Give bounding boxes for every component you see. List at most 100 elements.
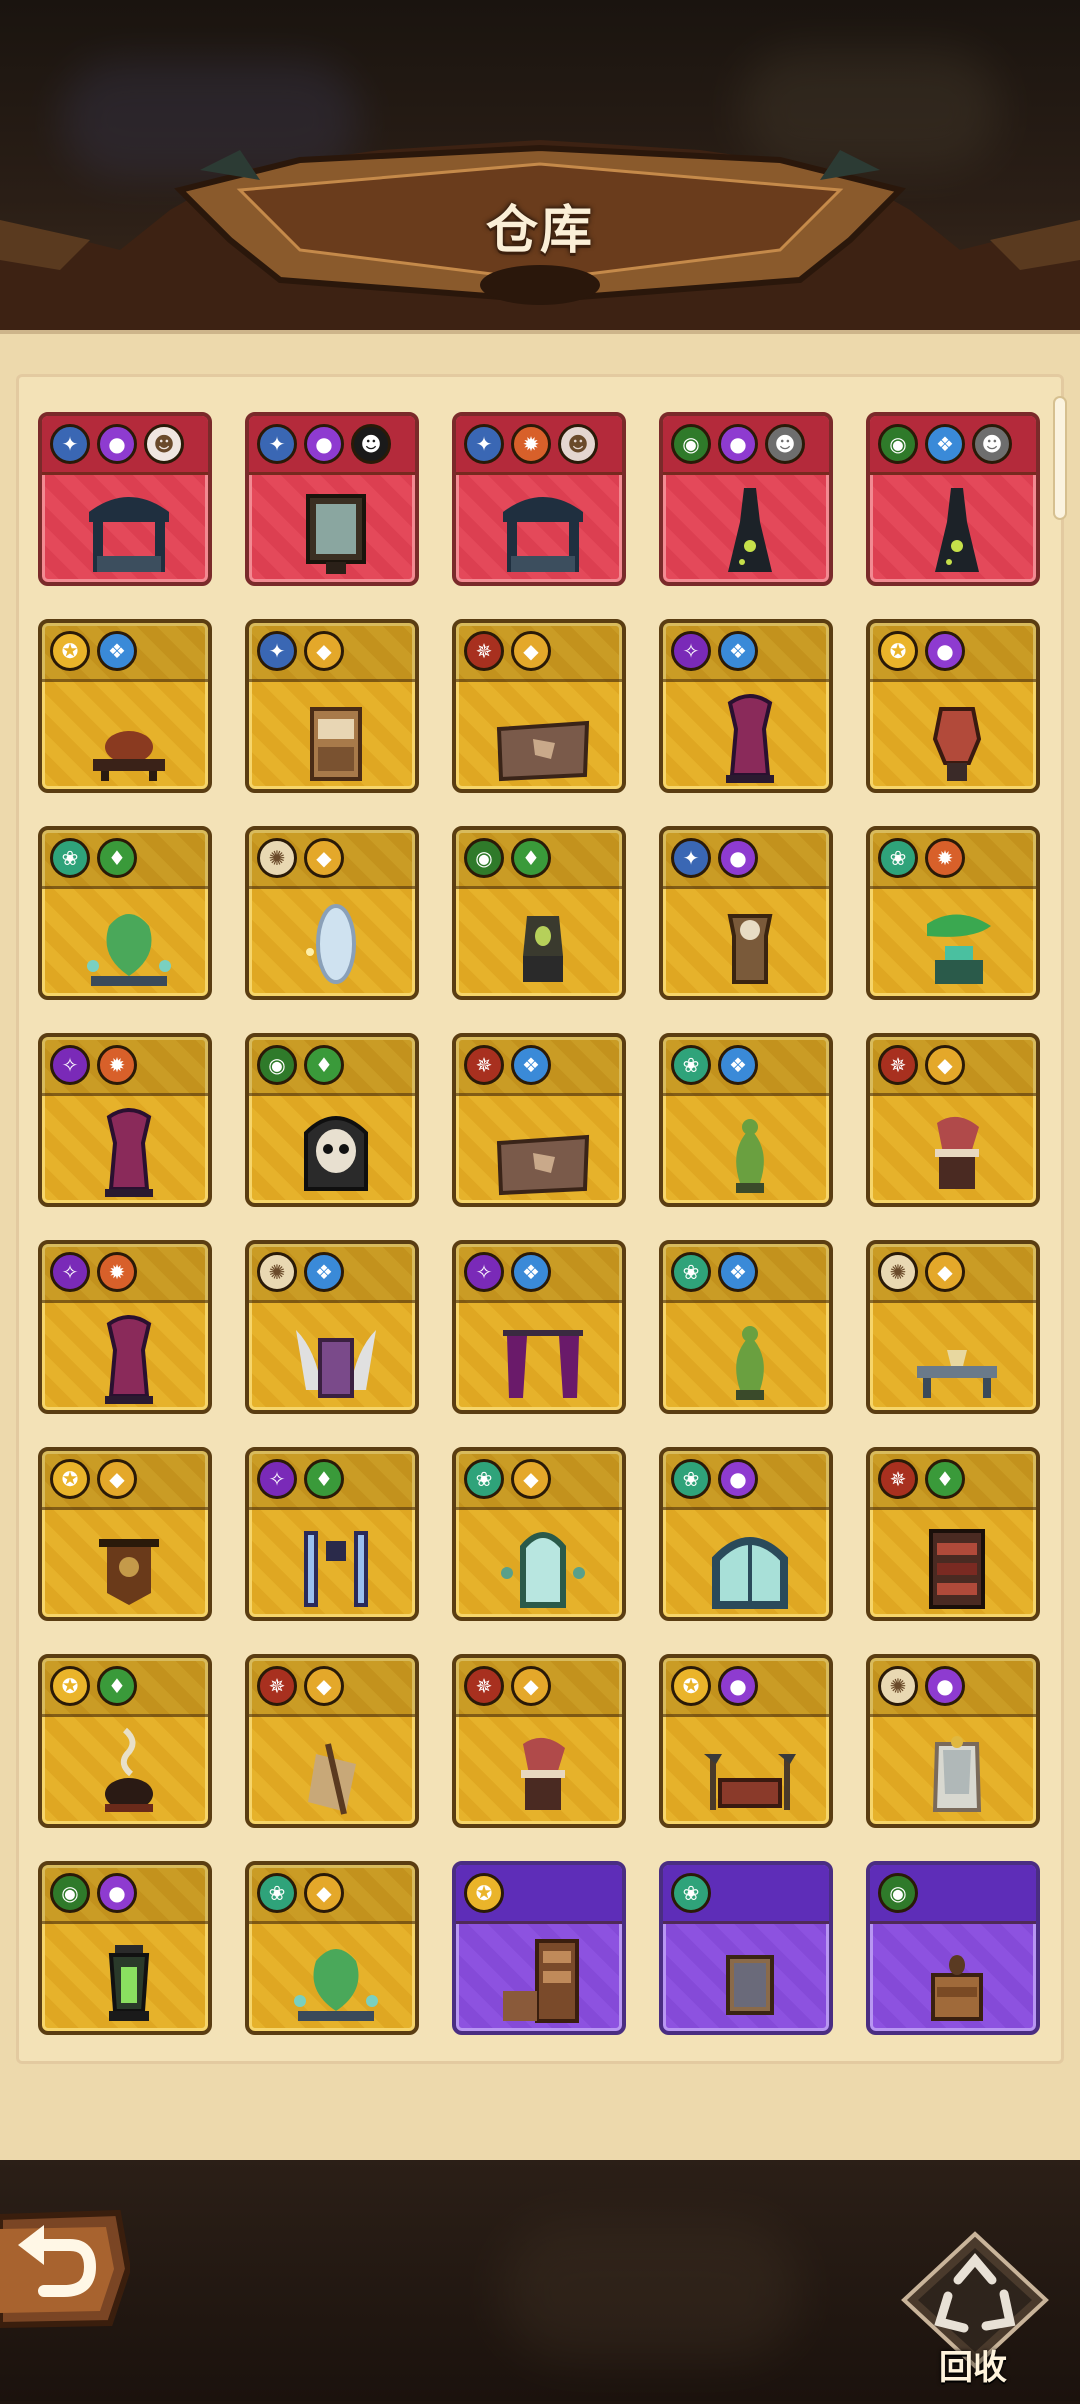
item-card[interactable]: ◉ — [866, 1861, 1040, 2035]
scroll-icon — [308, 1743, 356, 1815]
star-badge-icon: ✦ — [671, 838, 711, 878]
cabinet-icon — [310, 707, 362, 781]
violet-badge-icon: ✧ — [50, 1252, 90, 1292]
item-card[interactable]: ✺ ● — [866, 1654, 1040, 1828]
rider-badge-icon: ☻ — [972, 424, 1012, 464]
item-card[interactable]: ❀ ❖ — [659, 1033, 833, 1207]
item-card[interactable]: ◉ ❖ ☻ — [866, 412, 1040, 586]
gate-window-icon — [501, 1532, 585, 1608]
item-attribute-badges: ◉ ● ☻ — [671, 424, 805, 464]
item-attribute-badges: ◉ — [878, 1873, 918, 1913]
violet-badge-icon: ✧ — [671, 631, 711, 671]
leaf-altar-icon — [927, 914, 991, 984]
item-attribute-badges: ✪ ● — [671, 1666, 758, 1706]
item-card[interactable]: ✪ ● — [659, 1654, 833, 1828]
item-attribute-badges: ◉ ♦ — [464, 838, 551, 878]
shield-badge-icon: ◆ — [304, 1873, 344, 1913]
hair-badge-icon: ☻ — [351, 424, 391, 464]
lantern-icon — [108, 1945, 150, 2021]
violet-badge-icon: ✧ — [257, 1459, 297, 1499]
orb-badge-icon: ● — [925, 1666, 965, 1706]
shield-badge-icon: ◆ — [925, 1252, 965, 1292]
eye-badge-icon: ◉ — [878, 424, 918, 464]
item-card[interactable]: ✦ ● ☻ — [245, 412, 419, 586]
item-card[interactable]: ◉ ● — [38, 1861, 212, 2035]
item-card[interactable]: ✧ ❖ — [452, 1240, 626, 1414]
bookshelf-icon — [929, 1529, 985, 1609]
gem-badge-icon: ❖ — [304, 1252, 344, 1292]
bookcase-icon — [503, 1939, 579, 2023]
crest-badge-icon: ✵ — [464, 1045, 504, 1085]
item-card[interactable]: ❀ ◆ — [245, 1861, 419, 2035]
item-card[interactable]: ❀ ❖ — [659, 1240, 833, 1414]
crest-badge-icon: ✵ — [878, 1045, 918, 1085]
item-card[interactable]: ✧ ✹ — [38, 1240, 212, 1414]
orb-badge-icon: ● — [718, 1459, 758, 1499]
map-board-icon — [496, 720, 590, 782]
item-card[interactable]: ✵ ◆ — [452, 619, 626, 793]
gem-badge-icon: ❖ — [718, 1045, 758, 1085]
map-board-icon — [496, 1134, 590, 1196]
star-badge-icon: ✦ — [257, 631, 297, 671]
item-card[interactable]: ✺ ◆ — [245, 826, 419, 1000]
portrait-frame-icon — [306, 494, 366, 574]
sword-badge-icon: ✪ — [464, 1873, 504, 1913]
nightstand-icon — [931, 1955, 983, 2021]
item-card[interactable]: ✪ ❖ — [38, 619, 212, 793]
urn-icon — [932, 707, 982, 781]
lotus-badge-icon: ❀ — [464, 1459, 504, 1499]
back-button[interactable] — [0, 2205, 132, 2333]
item-card[interactable]: ✧ ❖ — [659, 619, 833, 793]
item-card[interactable]: ✪ — [452, 1861, 626, 2035]
throne-icon — [105, 1315, 153, 1404]
item-card[interactable]: ✵ ◆ — [866, 1033, 1040, 1207]
sword-badge-icon: ✪ — [50, 1459, 90, 1499]
vine-fountain-icon — [87, 914, 171, 986]
lotus-badge-icon: ❀ — [671, 1252, 711, 1292]
item-attribute-badges: ✺ ● — [878, 1666, 965, 1706]
item-card[interactable]: ❀ ● — [659, 1447, 833, 1621]
item-card[interactable]: ✧ ♦ — [245, 1447, 419, 1621]
item-card[interactable]: ✦ ◆ — [245, 619, 419, 793]
item-card[interactable]: ✪ ♦ — [38, 1654, 212, 1828]
shield-badge-icon: ◆ — [97, 1459, 137, 1499]
item-card[interactable]: ✦ ✹ ☻ — [452, 412, 626, 586]
item-card[interactable]: ✺ ❖ — [245, 1240, 419, 1414]
item-attribute-badges: ✧ ♦ — [257, 1459, 344, 1499]
vine-fountain-icon — [294, 1949, 378, 2021]
item-card[interactable]: ❀ ◆ — [452, 1447, 626, 1621]
lotus-badge-icon: ❀ — [257, 1873, 297, 1913]
drop-badge-icon: ♦ — [304, 1045, 344, 1085]
item-card[interactable]: ✵ ◆ — [452, 1654, 626, 1828]
flame-badge-icon: ✹ — [97, 1252, 137, 1292]
item-attribute-badges: ✦ ● ☻ — [50, 424, 184, 464]
item-card[interactable]: ✺ ◆ — [866, 1240, 1040, 1414]
throne-icon — [726, 694, 774, 783]
item-card[interactable]: ✵ ◆ — [245, 1654, 419, 1828]
item-card[interactable]: ❀ ✹ — [866, 826, 1040, 1000]
item-card[interactable]: ✧ ✹ — [38, 1033, 212, 1207]
item-attribute-badges: ✧ ❖ — [671, 631, 758, 671]
flame-badge-icon: ✹ — [511, 424, 551, 464]
sun-badge-icon: ✺ — [257, 1252, 297, 1292]
gem-badge-icon: ❖ — [718, 631, 758, 671]
eye-badge-icon: ◉ — [671, 424, 711, 464]
item-card[interactable]: ◉ ● ☻ — [659, 412, 833, 586]
item-card[interactable]: ❀ ♦ — [38, 826, 212, 1000]
item-attribute-badges: ✪ ♦ — [50, 1666, 137, 1706]
item-card[interactable]: ✦ ● — [659, 826, 833, 1000]
item-card[interactable]: ◉ ♦ — [452, 826, 626, 1000]
item-card[interactable]: ✦ ● ☻ — [38, 412, 212, 586]
item-card[interactable]: ✵ ♦ — [866, 1447, 1040, 1621]
item-card[interactable]: ✪ ● — [866, 619, 1040, 793]
gem-badge-icon: ❖ — [97, 631, 137, 671]
item-card[interactable]: ◉ ♦ — [245, 1033, 419, 1207]
item-card[interactable]: ❀ — [659, 1861, 833, 2035]
shield-badge-icon: ◆ — [925, 1045, 965, 1085]
scrollbar[interactable] — [1055, 398, 1065, 518]
item-card[interactable]: ✪ ◆ — [38, 1447, 212, 1621]
item-attribute-badges: ❀ ● — [671, 1459, 758, 1499]
crest-badge-icon: ✵ — [464, 1666, 504, 1706]
item-card[interactable]: ✵ ❖ — [452, 1033, 626, 1207]
drop-badge-icon: ♦ — [511, 838, 551, 878]
